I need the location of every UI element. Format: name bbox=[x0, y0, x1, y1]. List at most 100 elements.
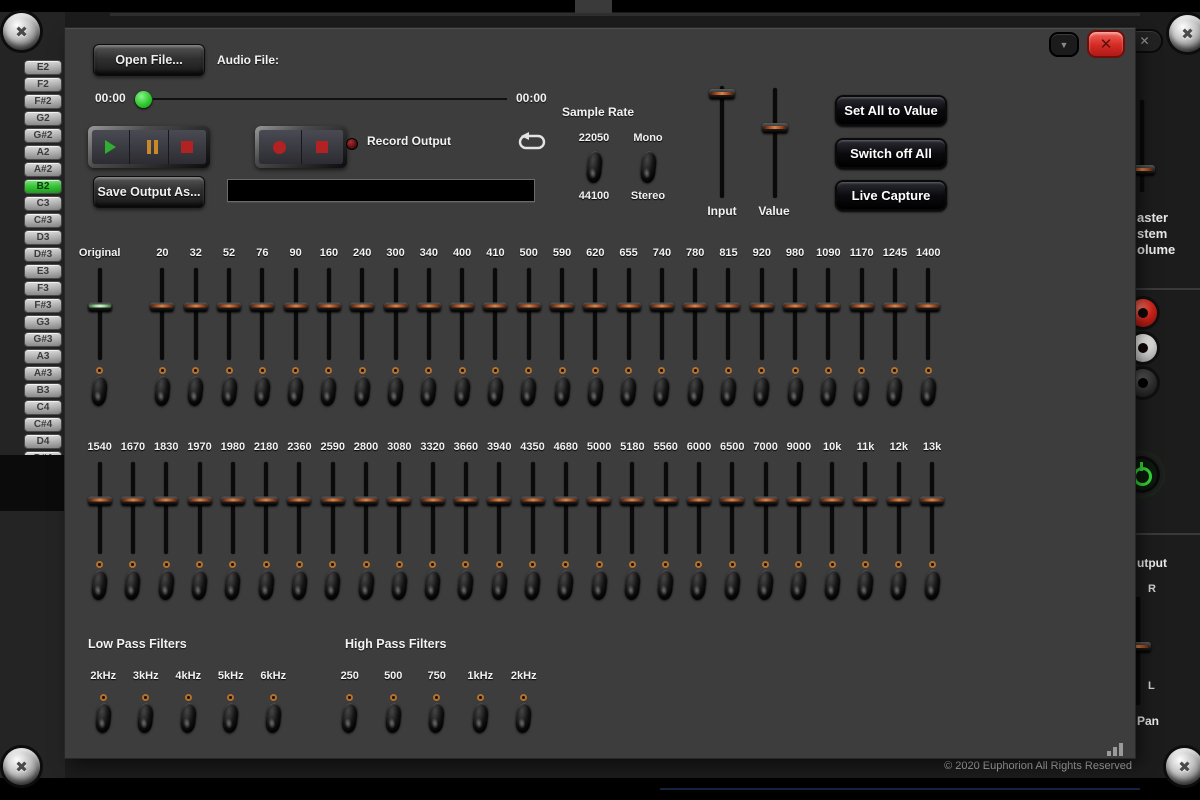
sidebar-note[interactable]: C4 bbox=[24, 400, 62, 415]
eq-band-slider[interactable] bbox=[745, 268, 778, 360]
slider-thumb[interactable] bbox=[217, 302, 241, 311]
slider-thumb[interactable] bbox=[487, 496, 511, 505]
seek-thumb[interactable] bbox=[135, 91, 152, 108]
eq-band-slider[interactable] bbox=[845, 268, 878, 360]
slider-thumb[interactable] bbox=[850, 302, 874, 311]
sidebar-note[interactable]: C3 bbox=[24, 196, 62, 211]
eq-band-slider[interactable] bbox=[349, 462, 382, 554]
band-toggle-knob[interactable] bbox=[890, 569, 908, 600]
play-button[interactable] bbox=[92, 130, 130, 164]
filter-toggle-knob[interactable] bbox=[341, 702, 359, 733]
sidebar-note[interactable]: A2 bbox=[24, 145, 62, 160]
eq-band-slider[interactable] bbox=[682, 462, 715, 554]
band-toggle-knob[interactable] bbox=[220, 375, 238, 406]
band-toggle-knob[interactable] bbox=[753, 375, 771, 406]
minimize-button[interactable]: ▼ bbox=[1049, 32, 1079, 57]
eq-band-slider[interactable] bbox=[579, 268, 612, 360]
band-toggle-knob[interactable] bbox=[386, 375, 404, 406]
slider-thumb[interactable] bbox=[387, 496, 411, 505]
sidebar-note[interactable]: A#3 bbox=[24, 366, 62, 381]
set-all-to-value-button[interactable]: Set All to Value bbox=[835, 95, 947, 126]
slider-thumb[interactable] bbox=[184, 302, 208, 311]
filter-toggle-knob[interactable] bbox=[222, 702, 240, 733]
eq-band-slider[interactable] bbox=[83, 462, 116, 554]
eq-band-slider[interactable] bbox=[412, 268, 445, 360]
band-toggle-knob[interactable] bbox=[590, 569, 608, 600]
band-toggle-knob[interactable] bbox=[486, 375, 504, 406]
sidebar-note[interactable]: F3 bbox=[24, 281, 62, 296]
eq-band-slider[interactable] bbox=[216, 462, 249, 554]
eq-band-slider[interactable] bbox=[612, 268, 645, 360]
eq-band-slider[interactable] bbox=[449, 462, 482, 554]
close-button[interactable]: ✕ bbox=[1087, 30, 1125, 58]
filter-toggle-knob[interactable] bbox=[264, 702, 282, 733]
sidebar-note[interactable]: D#3 bbox=[24, 247, 62, 262]
band-toggle-knob[interactable] bbox=[657, 569, 675, 600]
slider-thumb[interactable] bbox=[188, 496, 212, 505]
band-toggle-knob[interactable] bbox=[790, 569, 808, 600]
slider-thumb[interactable] bbox=[654, 496, 678, 505]
eq-band-slider[interactable] bbox=[915, 462, 948, 554]
slider-thumb[interactable] bbox=[287, 496, 311, 505]
sidebar-note[interactable]: E2 bbox=[24, 60, 62, 75]
band-toggle-knob[interactable] bbox=[856, 569, 874, 600]
slider-thumb[interactable] bbox=[716, 302, 740, 311]
loop-icon[interactable] bbox=[517, 132, 547, 151]
band-toggle-knob[interactable] bbox=[191, 569, 209, 600]
slider-thumb[interactable] bbox=[250, 302, 274, 311]
slider-thumb[interactable] bbox=[883, 302, 907, 311]
eq-band-slider[interactable] bbox=[582, 462, 615, 554]
band-toggle-knob[interactable] bbox=[586, 375, 604, 406]
eq-band-slider[interactable] bbox=[549, 462, 582, 554]
live-capture-button[interactable]: Live Capture bbox=[835, 180, 947, 211]
eq-band-slider[interactable] bbox=[516, 462, 549, 554]
band-toggle-knob[interactable] bbox=[719, 375, 737, 406]
slider-thumb[interactable] bbox=[350, 302, 374, 311]
value-level-slider[interactable] bbox=[759, 88, 791, 198]
band-toggle-knob[interactable] bbox=[919, 375, 937, 406]
filter-toggle-knob[interactable] bbox=[137, 702, 155, 733]
eq-band-slider[interactable] bbox=[483, 462, 516, 554]
eq-band-slider[interactable] bbox=[146, 268, 179, 360]
band-toggle-knob[interactable] bbox=[786, 375, 804, 406]
eq-band-slider[interactable] bbox=[712, 268, 745, 360]
slider-thumb[interactable] bbox=[554, 496, 578, 505]
resize-grip[interactable] bbox=[1107, 740, 1133, 756]
band-toggle-knob[interactable] bbox=[420, 375, 438, 406]
slider-thumb[interactable] bbox=[88, 496, 112, 505]
slider-thumb[interactable] bbox=[853, 496, 877, 505]
slider-thumb[interactable] bbox=[254, 496, 278, 505]
eq-band-slider[interactable] bbox=[116, 462, 149, 554]
filter-toggle-knob[interactable] bbox=[179, 702, 197, 733]
band-toggle-knob[interactable] bbox=[623, 569, 641, 600]
slider-thumb[interactable] bbox=[417, 302, 441, 311]
band-toggle-knob[interactable] bbox=[424, 569, 442, 600]
slider-thumb[interactable] bbox=[421, 496, 445, 505]
band-toggle-knob[interactable] bbox=[453, 375, 471, 406]
band-toggle-knob[interactable] bbox=[91, 375, 109, 406]
band-toggle-knob[interactable] bbox=[287, 375, 305, 406]
slider-thumb[interactable] bbox=[816, 302, 840, 311]
eq-band-slider[interactable] bbox=[379, 268, 412, 360]
eq-band-slider[interactable] bbox=[316, 462, 349, 554]
band-toggle-knob[interactable] bbox=[224, 569, 242, 600]
band-toggle-knob[interactable] bbox=[490, 569, 508, 600]
sidebar-note[interactable]: G3 bbox=[24, 315, 62, 330]
band-toggle-knob[interactable] bbox=[157, 569, 175, 600]
record-stop-button[interactable] bbox=[302, 130, 344, 164]
band-toggle-knob[interactable] bbox=[187, 375, 205, 406]
eq-band-slider[interactable] bbox=[716, 462, 749, 554]
eq-band-slider[interactable] bbox=[816, 462, 849, 554]
eq-band-slider[interactable] bbox=[545, 268, 578, 360]
sidebar-note[interactable]: G#3 bbox=[24, 332, 62, 347]
band-toggle-knob[interactable] bbox=[91, 569, 109, 600]
eq-band-slider[interactable] bbox=[416, 462, 449, 554]
slider-thumb[interactable] bbox=[121, 496, 145, 505]
eq-band-slider[interactable] bbox=[645, 268, 678, 360]
filter-toggle-knob[interactable] bbox=[471, 702, 489, 733]
band-toggle-knob[interactable] bbox=[557, 569, 575, 600]
sidebar-note[interactable]: D3 bbox=[24, 230, 62, 245]
slider-thumb[interactable] bbox=[683, 302, 707, 311]
eq-band-slider[interactable] bbox=[778, 268, 811, 360]
slider-thumb[interactable] bbox=[221, 496, 245, 505]
